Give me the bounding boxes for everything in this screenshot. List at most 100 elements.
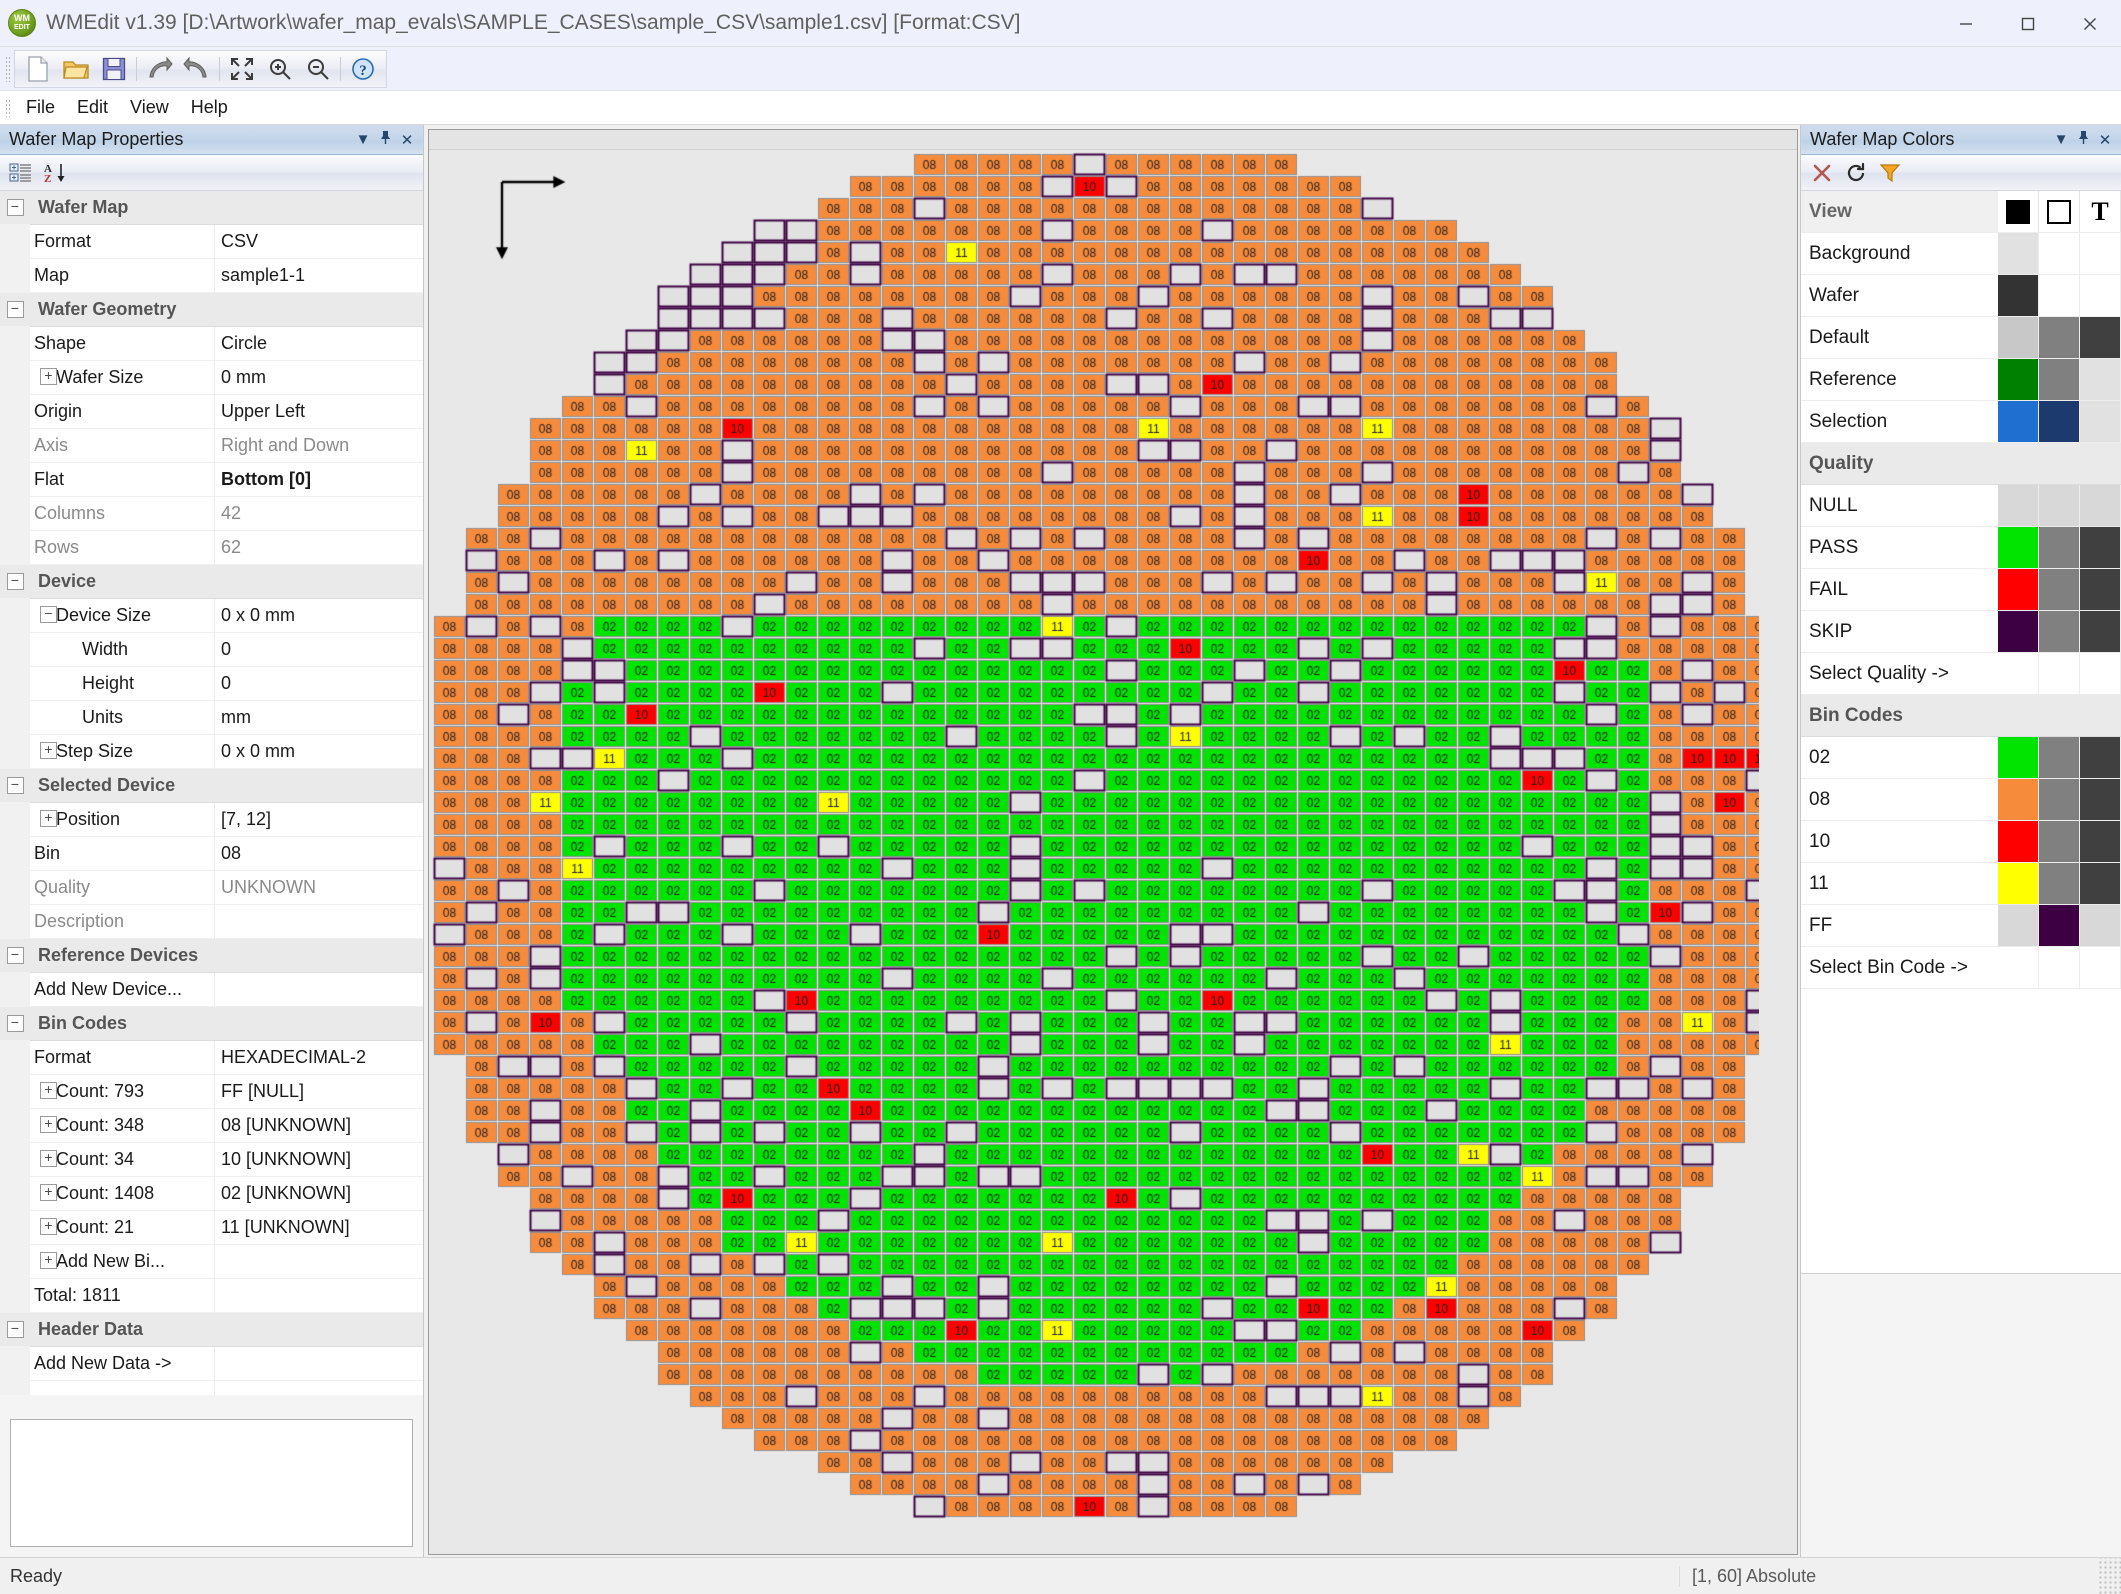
menu-help[interactable]: Help — [180, 93, 239, 122]
color-swatch-text[interactable] — [2080, 359, 2121, 400]
text-color-icon[interactable]: T — [2080, 191, 2121, 232]
property-value[interactable]: 0 — [215, 633, 423, 667]
menu-file[interactable]: File — [15, 93, 66, 122]
property-value[interactable]: 0 — [215, 667, 423, 701]
open-folder-icon[interactable] — [57, 52, 95, 86]
color-swatch-outline[interactable] — [2039, 233, 2080, 274]
category-expander[interactable]: − — [0, 191, 30, 225]
color-swatch-outline[interactable] — [2039, 527, 2080, 568]
category-expander[interactable]: − — [0, 565, 30, 599]
property-row[interactable]: Height 0 — [0, 667, 423, 701]
property-row[interactable]: Columns 42 — [0, 497, 423, 531]
color-swatch-fill[interactable] — [1998, 737, 2039, 778]
property-expander-icon[interactable]: + — [40, 742, 57, 759]
color-swatch-text[interactable] — [2080, 737, 2121, 778]
category-expander[interactable]: − — [0, 1007, 30, 1041]
property-value[interactable]: Upper Left — [215, 395, 423, 429]
color-swatch-text[interactable] — [2080, 317, 2121, 358]
property-row[interactable]: Quality UNKNOWN — [0, 871, 423, 905]
collapse-icon[interactable]: − — [6, 301, 24, 318]
color-swatch-fill[interactable] — [1998, 821, 2039, 862]
color-swatch-outline[interactable] — [2039, 485, 2080, 526]
color-swatch-text[interactable] — [2080, 275, 2121, 316]
zoom-in-icon[interactable] — [261, 52, 299, 86]
property-value[interactable]: HEXADECIMAL-2 — [215, 1041, 423, 1075]
color-swatch-outline[interactable] — [2039, 821, 2080, 862]
color-swatch-outline[interactable] — [2039, 569, 2080, 610]
property-row[interactable]: Count: 34 +10 [UNKNOWN] — [0, 1143, 423, 1177]
color-row-fail[interactable]: FAIL — [1801, 569, 2121, 611]
color-row-selection[interactable]: Selection — [1801, 401, 2121, 443]
property-row[interactable]: Format HEXADECIMAL-2 — [0, 1041, 423, 1075]
color-row-11[interactable]: 11 — [1801, 863, 2121, 905]
undo-icon[interactable] — [178, 52, 216, 86]
colors-list[interactable]: View T Background Wafer Default Reference Sele… — [1801, 191, 2121, 1274]
color-row-null[interactable]: NULL — [1801, 485, 2121, 527]
property-row[interactable]: Bin 08 — [0, 837, 423, 871]
collapse-icon[interactable]: − — [6, 573, 24, 590]
property-expander-icon[interactable]: + — [40, 810, 57, 827]
zoom-out-icon[interactable] — [299, 52, 337, 86]
wafer-map-canvas-wrap[interactable] — [429, 150, 1797, 1554]
color-row-background[interactable]: Background — [1801, 233, 2121, 275]
property-row[interactable]: Count: 1408 +02 [UNKNOWN] — [0, 1177, 423, 1211]
color-swatch-outline[interactable] — [2039, 401, 2080, 442]
properties-grid-scroll[interactable]: − Wafer Map Format CSV Map sample1-1− Wafer Ge… — [0, 191, 423, 1409]
color-swatch-fill[interactable] — [1998, 779, 2039, 820]
property-expander-icon[interactable]: + — [40, 1218, 57, 1235]
color-swatch-fill[interactable] — [1998, 611, 2039, 652]
color-swatch-fill[interactable] — [1998, 485, 2039, 526]
color-row-select-bin-code[interactable]: Select Bin Code -> — [1801, 947, 2121, 989]
color-swatch-outline[interactable] — [2039, 653, 2080, 694]
color-row-02[interactable]: 02 — [1801, 737, 2121, 779]
property-row[interactable]: Map sample1-1 — [0, 259, 423, 293]
color-swatch-fill[interactable] — [1998, 317, 2039, 358]
property-row[interactable]: Total: 1811 — [0, 1279, 423, 1313]
property-value[interactable]: FF [NULL] — [215, 1075, 423, 1109]
menu-view[interactable]: View — [119, 93, 180, 122]
color-swatch-outline[interactable] — [2039, 863, 2080, 904]
color-swatch-text[interactable] — [2080, 611, 2121, 652]
property-row[interactable]: Count: 21 +11 [UNKNOWN] — [0, 1211, 423, 1245]
property-value[interactable]: mm — [215, 701, 423, 735]
category-expander[interactable]: − — [0, 769, 30, 803]
property-expander-icon[interactable]: + — [40, 1252, 57, 1269]
color-swatch-outline[interactable] — [2039, 317, 2080, 358]
new-file-icon[interactable] — [19, 52, 57, 86]
pin-icon[interactable] — [2073, 130, 2093, 149]
collapse-icon[interactable]: − — [6, 777, 24, 794]
property-expander-icon[interactable]: + — [40, 1184, 57, 1201]
chevron-down-icon[interactable]: ▼ — [2051, 131, 2071, 148]
save-icon[interactable] — [95, 52, 133, 86]
property-category-header-data[interactable]: − Header Data — [0, 1313, 423, 1347]
close-button[interactable] — [2059, 0, 2121, 47]
property-category-reference-devices[interactable]: − Reference Devices — [0, 939, 423, 973]
collapse-icon[interactable]: − — [6, 199, 24, 216]
property-row[interactable]: Add New Data -> — [0, 1347, 423, 1381]
property-value[interactable]: 62 — [215, 531, 423, 565]
color-swatch-fill[interactable] — [1998, 275, 2039, 316]
color-swatch-outline[interactable] — [2039, 905, 2080, 946]
resize-grip-icon[interactable] — [2099, 1558, 2121, 1594]
property-value[interactable]: Circle — [215, 327, 423, 361]
alphabetical-sort-icon[interactable]: A Z — [38, 158, 72, 188]
color-swatch-fill[interactable] — [1998, 569, 2039, 610]
color-swatch-outline[interactable] — [2039, 737, 2080, 778]
category-expander[interactable]: − — [0, 939, 30, 973]
color-swatch-fill[interactable] — [1998, 905, 2039, 946]
menu-edit[interactable]: Edit — [66, 93, 119, 122]
close-icon[interactable]: ✕ — [2095, 131, 2115, 149]
filter-icon[interactable] — [1873, 158, 1907, 188]
pin-icon[interactable] — [375, 130, 395, 149]
property-value[interactable]: 02 [UNKNOWN] — [215, 1177, 423, 1211]
color-swatch-outline[interactable] — [2039, 611, 2080, 652]
color-swatch-text[interactable] — [2080, 821, 2121, 862]
color-swatch-fill[interactable] — [1998, 527, 2039, 568]
color-row-select-quality[interactable]: Select Quality -> — [1801, 653, 2121, 695]
color-row-reference[interactable]: Reference — [1801, 359, 2121, 401]
property-row[interactable]: Device Size −0 x 0 mm — [0, 599, 423, 633]
property-row[interactable]: Description — [0, 905, 423, 939]
chevron-down-icon[interactable]: ▼ — [353, 131, 373, 148]
property-category-selected-device[interactable]: − Selected Device — [0, 769, 423, 803]
color-swatch-text[interactable] — [2080, 779, 2121, 820]
